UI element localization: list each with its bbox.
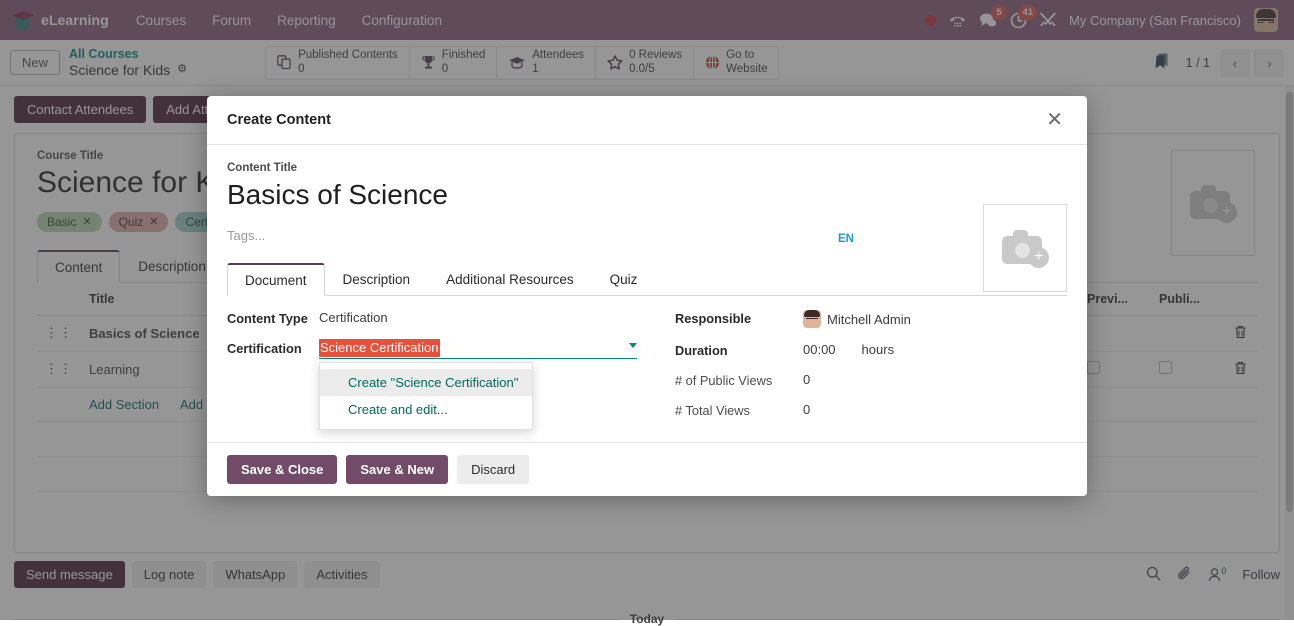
add-image-icon: +	[1002, 230, 1048, 266]
tab-document[interactable]: Document	[227, 263, 325, 296]
public-views-label: # of Public Views	[675, 372, 803, 388]
content-title-input[interactable]: Basics of Science	[227, 177, 1067, 212]
certification-input[interactable]	[319, 340, 637, 359]
field-certification: Certification Science Certification Crea…	[227, 340, 675, 359]
dialog-header: Create Content ✕	[207, 96, 1087, 145]
dialog-footer: Save & Close Save & New Discard	[207, 442, 1087, 496]
dropdown-item-create[interactable]: Create "Science Certification"	[320, 369, 532, 396]
form-column-right: Responsible Mitchell Admin Duration 00:0…	[675, 310, 1067, 418]
field-public-views: # of Public Views 0	[675, 372, 1067, 388]
tab-quiz[interactable]: Quiz	[592, 263, 656, 296]
certification-many2one: Science Certification Create "Science Ce…	[319, 340, 637, 359]
field-total-views: # Total Views 0	[675, 402, 1067, 418]
content-type-label: Content Type	[227, 310, 319, 326]
responsible-value[interactable]: Mitchell Admin	[803, 310, 911, 328]
total-views-label: # Total Views	[675, 402, 803, 418]
duration-unit: hours	[862, 342, 895, 357]
responsible-name: Mitchell Admin	[827, 312, 911, 327]
duration-value-group: 00:00 hours	[803, 342, 894, 357]
form-column-left: Content Type Certification Certification…	[227, 310, 675, 418]
certification-label: Certification	[227, 340, 319, 356]
language-selector[interactable]: EN	[838, 233, 854, 245]
total-views-value: 0	[803, 402, 810, 417]
field-duration: Duration 00:00 hours	[675, 342, 1067, 358]
save-and-close-button[interactable]: Save & Close	[227, 455, 337, 484]
tags-input[interactable]: Tags...	[227, 228, 1067, 243]
content-type-value[interactable]: Certification	[319, 310, 388, 325]
dialog-form: Content Type Certification Certification…	[227, 296, 1067, 436]
chevron-down-icon[interactable]	[629, 343, 637, 348]
dialog-notebook-tabs: Document Description Additional Resource…	[227, 263, 1067, 296]
field-responsible: Responsible Mitchell Admin	[675, 310, 1067, 328]
content-title-label: Content Title	[227, 162, 1067, 174]
tab-additional-resources[interactable]: Additional Resources	[428, 263, 592, 296]
content-image-placeholder[interactable]: +	[983, 204, 1067, 292]
dialog-body: + EN Content Title Basics of Science Tag…	[207, 145, 1087, 442]
dropdown-item-create-and-edit[interactable]: Create and edit...	[320, 396, 532, 423]
discard-button[interactable]: Discard	[457, 455, 529, 484]
dialog-title: Create Content	[227, 112, 331, 128]
duration-input[interactable]: 00:00	[803, 342, 836, 357]
tab-description[interactable]: Description	[325, 263, 429, 296]
avatar	[803, 310, 821, 328]
field-content-type: Content Type Certification	[227, 310, 675, 326]
save-and-new-button[interactable]: Save & New	[346, 455, 448, 484]
public-views-value: 0	[803, 372, 810, 387]
certification-dropdown: Create "Science Certification" Create an…	[319, 362, 533, 430]
create-content-dialog: Create Content ✕ + EN Content Title Basi…	[207, 96, 1087, 496]
close-icon[interactable]: ✕	[1042, 108, 1067, 132]
duration-label: Duration	[675, 342, 803, 358]
responsible-label: Responsible	[675, 310, 803, 326]
